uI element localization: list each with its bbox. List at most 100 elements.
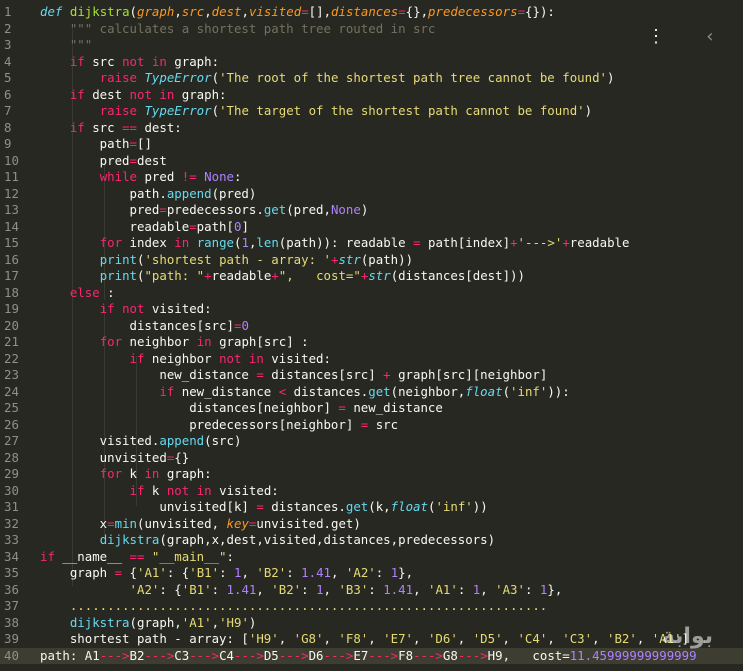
- code-line[interactable]: 23 new_distance = distances[src] + graph…: [0, 367, 743, 384]
- code-token: ", cost=": [278, 268, 361, 283]
- code-token: 'A2': [129, 581, 160, 597]
- code-line[interactable]: 10 pred=dest: [0, 153, 743, 170]
- code-line[interactable]: 34 if __name__ == "__main__":: [0, 549, 743, 566]
- code-token: :: [301, 581, 317, 597]
- code-token: --->: [233, 647, 264, 663]
- code-line[interactable]: 6 if dest not in graph:: [0, 87, 743, 104]
- code-line[interactable]: 20 distances[src]=0: [0, 318, 743, 335]
- code-line[interactable]: 7 raise TypeError('The target of the sho…: [0, 103, 743, 120]
- code-line[interactable]: 9 path=[]: [0, 136, 743, 153]
- line-number: 40: [4, 647, 19, 663]
- back-button[interactable]: ‹: [696, 22, 724, 50]
- code-token: """ calculates a shortest path tree rout…: [40, 20, 436, 36]
- code-token: ........................................…: [40, 598, 548, 613]
- code-token: ,: [204, 4, 212, 19]
- code-token: 'B3': [338, 581, 369, 597]
- code-line[interactable]: 11 while pred != None:: [0, 169, 743, 186]
- code-token: ,: [547, 631, 563, 646]
- code-line[interactable]: 2 """ calculates a shortest path tree ro…: [0, 21, 743, 38]
- code-token: new_distance: [40, 367, 257, 382]
- code-line[interactable]: 28 unvisited={}: [0, 450, 743, 467]
- code-line[interactable]: 12 path.append(pred): [0, 186, 743, 203]
- code-line[interactable]: 39 shortest path - array: ['H9', 'G8', '…: [0, 631, 743, 648]
- code-line[interactable]: 35 graph = {'A1': {'B1': 1, 'B2': 1.41, …: [0, 565, 743, 582]
- code-token: for: [99, 466, 123, 481]
- more-options-button[interactable]: ⋮: [642, 22, 670, 50]
- code-line[interactable]: 27 visited.append(src): [0, 433, 743, 450]
- code-line[interactable]: 5 raise TypeError('The root of the short…: [0, 70, 743, 87]
- code-line[interactable]: 16 print('shortest path - array: '+str(p…: [0, 252, 743, 269]
- code-token: if: [129, 482, 145, 498]
- code-line[interactable]: 8 if src == dest:: [0, 120, 743, 137]
- line-number: 31: [4, 499, 19, 514]
- code-line[interactable]: 40 path: A1--->B2--->C3--->C4--->D5--->D6…: [0, 647, 743, 664]
- code-token: new_distance: [174, 383, 279, 399]
- code-token: dijkstra: [99, 532, 160, 547]
- code-token: else: [69, 284, 100, 300]
- code-line[interactable]: 26 predecessors[neighbor] = src: [0, 417, 743, 434]
- code-line[interactable]: 25 distances[neighbor] = new_distance: [0, 400, 743, 417]
- code-line[interactable]: 36 'A2': {'B1': 1.41, 'B2': 1, 'B3': 1.4…: [0, 582, 743, 599]
- code-line[interactable]: 17 print("path: "+readable+", cost="+str…: [0, 268, 743, 285]
- code-token: ,: [636, 631, 652, 646]
- code-token: not in: [219, 350, 264, 366]
- code-token: --->: [189, 647, 220, 663]
- code-token: graph:: [166, 53, 220, 69]
- code-line[interactable]: 21 for neighbor in graph[src] :: [0, 334, 743, 351]
- line-number: 27: [4, 433, 19, 448]
- code-line[interactable]: 22 if neighbor not in visited:: [0, 351, 743, 368]
- code-line[interactable]: 18 else :: [0, 285, 743, 302]
- code-line[interactable]: 30 if k not in visited:: [0, 483, 743, 500]
- code-token: 'A1': [137, 565, 167, 580]
- code-token: B2: [129, 647, 145, 663]
- code-line[interactable]: 37 .....................................…: [0, 598, 743, 615]
- code-token: =: [256, 499, 264, 514]
- code-token: D6: [308, 647, 324, 663]
- code-line[interactable]: 24 if new_distance < distances.get(neigh…: [0, 384, 743, 401]
- line-number: 19: [4, 301, 19, 316]
- code-text: if neighbor not in visited:: [40, 351, 331, 368]
- code-token: k: [144, 482, 167, 498]
- code-token: 'D5': [472, 631, 503, 646]
- code-line[interactable]: 32 x=min(unvisited, key=unvisited.get): [0, 516, 743, 533]
- code-token: '--->': [517, 235, 563, 250]
- line-number: 16: [4, 251, 19, 267]
- code-line[interactable]: 19 if not visited:: [0, 301, 743, 318]
- code-line[interactable]: 3 """: [0, 37, 743, 54]
- code-line[interactable]: 15 for index in range(1,len(path)): read…: [0, 235, 743, 252]
- code-line[interactable]: 31 unvisited[k] = distances.get(k,float(…: [0, 499, 743, 516]
- code-line[interactable]: 1 def dijkstra(graph,src,dest,visited=[],…: [0, 4, 743, 21]
- code-token: ,: [502, 631, 518, 646]
- code-line[interactable]: 14 readable=path[0]: [0, 219, 743, 236]
- code-line[interactable]: 13 pred=predecessors.get(pred,None): [0, 202, 743, 219]
- code-token: +: [204, 268, 212, 283]
- code-token: if: [159, 383, 175, 399]
- code-token: =: [256, 367, 264, 382]
- code-token: while: [99, 169, 137, 184]
- code-token: ,: [592, 631, 607, 646]
- code-token: F8: [398, 647, 414, 663]
- code-editor[interactable]: 1 def dijkstra(graph,src,dest,visited=[],…: [0, 4, 743, 664]
- more-vertical-icon: ⋮: [647, 25, 665, 47]
- code-token: [],: [308, 4, 332, 19]
- code-line[interactable]: 29 for k in graph:: [0, 466, 743, 483]
- code-line[interactable]: 38 dijkstra(graph,'A1','H9'): [0, 615, 743, 632]
- code-line[interactable]: 4 if src not in graph:: [0, 54, 743, 71]
- code-token: key: [226, 515, 249, 531]
- code-token: ): [607, 70, 615, 85]
- code-token: k: [122, 466, 145, 481]
- code-token: {},: [405, 4, 429, 19]
- code-token: raise: [99, 70, 137, 85]
- code-token: ): [248, 614, 257, 630]
- code-token: :: [286, 565, 302, 580]
- code-line[interactable]: 33 dijkstra(graph,x,dest,visited,distanc…: [0, 532, 743, 549]
- code-token: C4: [219, 647, 234, 663]
- code-token: graph:: [174, 86, 227, 102]
- code-token: ,: [413, 631, 428, 646]
